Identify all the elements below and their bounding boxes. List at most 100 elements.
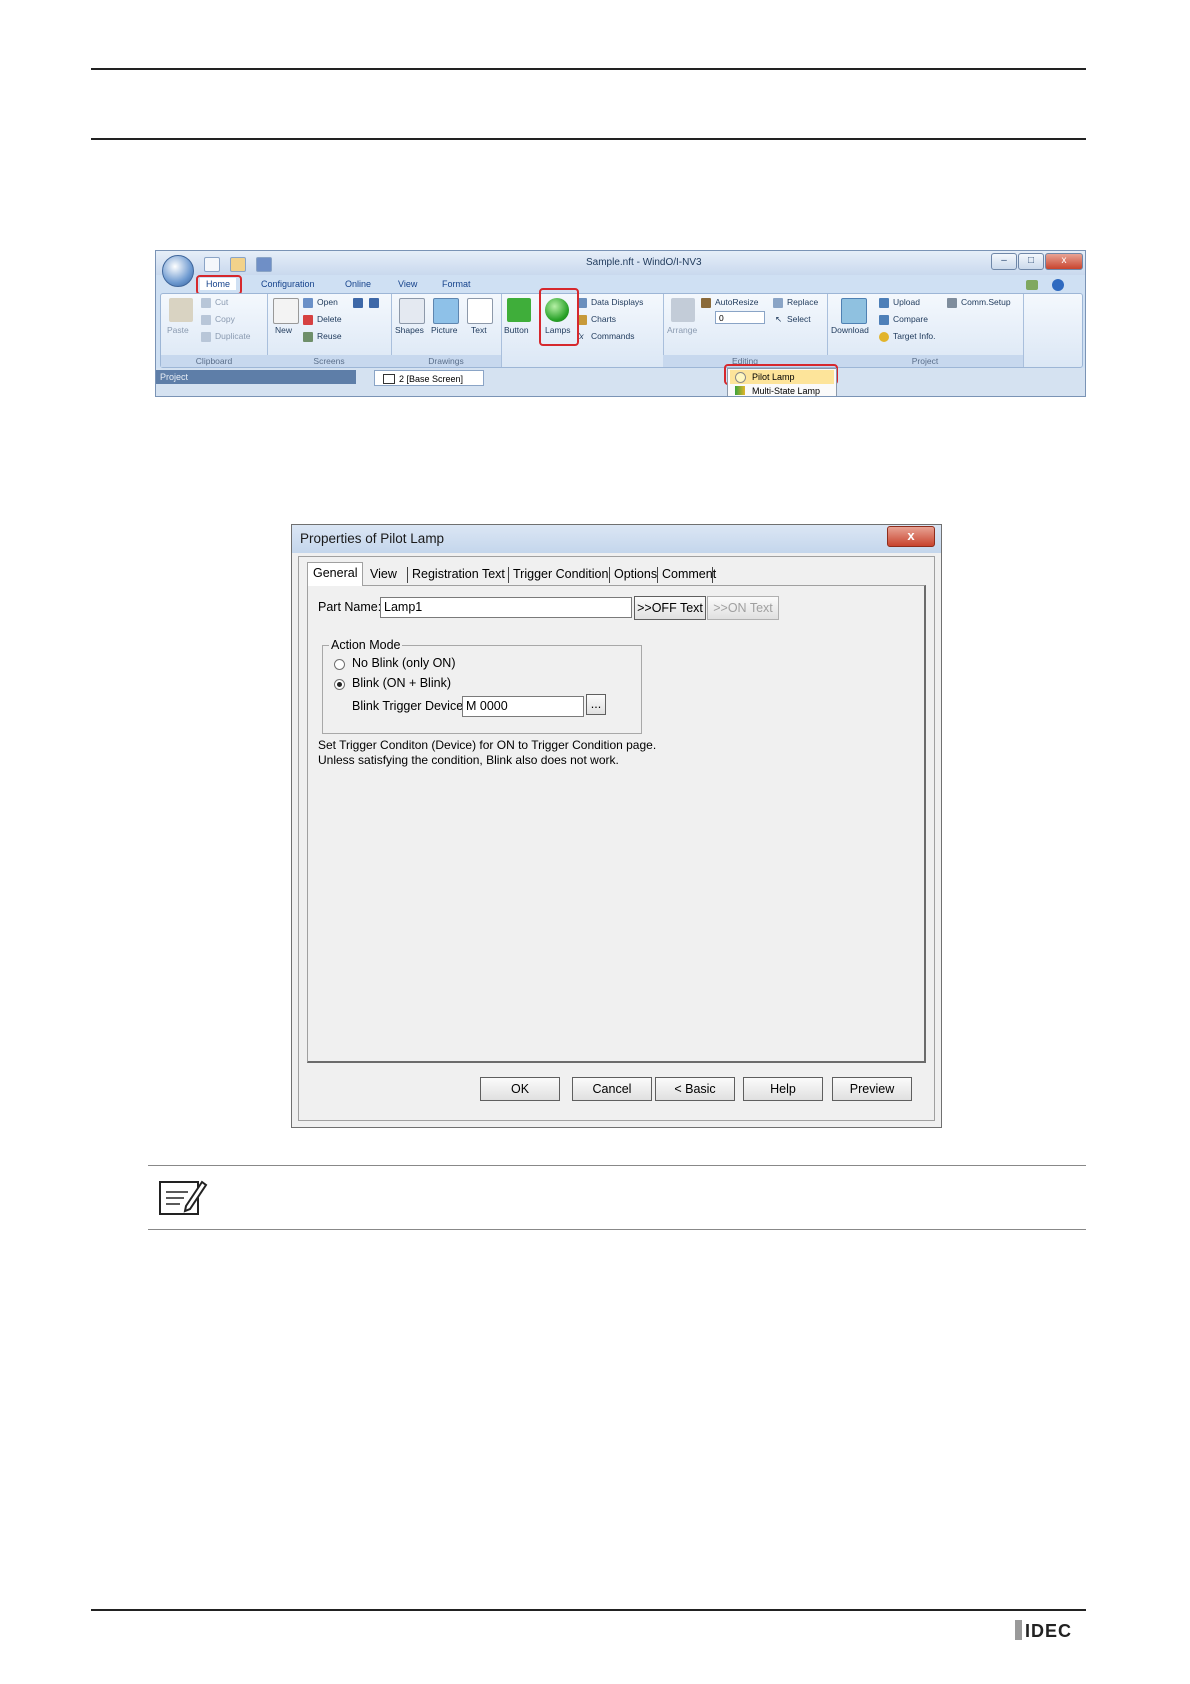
- help-icon[interactable]: [1052, 279, 1064, 291]
- commands-button[interactable]: Commands: [591, 331, 634, 341]
- copy-icon: [201, 315, 211, 325]
- paste-button[interactable]: Paste: [167, 325, 189, 335]
- reuse-screen-button[interactable]: Reuse: [317, 331, 342, 341]
- select-button[interactable]: Select: [787, 314, 811, 324]
- tab-format[interactable]: Format: [442, 279, 471, 289]
- new-file-icon[interactable]: [204, 257, 220, 272]
- new-screen-button[interactable]: New: [275, 325, 292, 335]
- application-orb-icon[interactable]: [162, 255, 194, 287]
- group-parts: Button Lamps Data Displays Charts fx Com…: [501, 294, 664, 367]
- arrange-button[interactable]: Arrange: [667, 325, 697, 335]
- delete-screen-icon: [303, 315, 313, 325]
- idec-logo-text: IDEC: [1025, 1621, 1073, 1641]
- tab-separator: [508, 567, 509, 583]
- picture-button[interactable]: Picture: [431, 325, 457, 335]
- basic-button[interactable]: < Basic: [655, 1077, 735, 1101]
- general-tab-page: Part Name: Lamp1 >>OFF Text >>ON Text Ac…: [307, 585, 926, 1063]
- picture-icon: [433, 298, 459, 324]
- lamps-dropdown-menu: Pilot Lamp Multi-State Lamp: [727, 368, 837, 396]
- blink-trigger-device-input[interactable]: M 0000: [462, 696, 584, 717]
- duplicate-button[interactable]: Duplicate: [215, 331, 250, 341]
- tab-separator: [712, 567, 713, 583]
- tab-separator: [609, 567, 610, 583]
- close-icon[interactable]: x: [1045, 253, 1083, 270]
- note-pencil-icon: [159, 1180, 208, 1215]
- open-folder-icon[interactable]: [230, 257, 246, 272]
- dialog-close-button[interactable]: x: [887, 526, 935, 547]
- project-pane-header: Project: [156, 370, 356, 384]
- new-screen-icon: [273, 298, 299, 324]
- minimize-icon[interactable]: –: [991, 253, 1017, 270]
- blink-label[interactable]: Blink (ON + Blink): [352, 676, 451, 690]
- style-icon[interactable]: [1026, 280, 1038, 290]
- browse-device-button[interactable]: ...: [586, 694, 606, 715]
- no-blink-radio[interactable]: [334, 659, 345, 670]
- blink-radio[interactable]: [334, 679, 345, 690]
- help-button[interactable]: Help: [743, 1077, 823, 1101]
- duplicate-icon: [201, 332, 211, 342]
- tab-options[interactable]: Options: [614, 564, 657, 584]
- off-text-button[interactable]: >>OFF Text: [634, 596, 706, 620]
- paste-icon: [169, 298, 193, 322]
- upload-icon: [879, 298, 889, 308]
- tab-general[interactable]: General: [307, 562, 364, 586]
- cancel-button[interactable]: Cancel: [572, 1077, 652, 1101]
- menu-item-pilot-lamp-label: Pilot Lamp: [752, 372, 795, 382]
- tab-view[interactable]: View: [398, 279, 417, 289]
- comm-setup-button[interactable]: Comm.Setup: [961, 297, 1011, 307]
- prev-screen-icon[interactable]: [353, 298, 363, 308]
- on-text-button[interactable]: >>ON Text: [707, 596, 779, 620]
- no-blink-label[interactable]: No Blink (only ON): [352, 656, 456, 670]
- save-icon[interactable]: [256, 257, 272, 272]
- tab-trigger-condition[interactable]: Trigger Condition: [513, 564, 608, 584]
- autoresize-icon: [701, 298, 711, 308]
- autoresize-button[interactable]: AutoResize: [715, 297, 758, 307]
- tab-registration-text[interactable]: Registration Text: [412, 564, 505, 584]
- action-mode-legend: Action Mode: [331, 638, 401, 652]
- ribbon-title: Sample.nft - WindO/I-NV3: [586, 257, 702, 268]
- open-screen-button[interactable]: Open: [317, 297, 338, 307]
- autoresize-spinner[interactable]: 0: [715, 311, 765, 324]
- ok-button[interactable]: OK: [480, 1077, 560, 1101]
- dialog-client: General View Registration Text Trigger C…: [298, 556, 935, 1121]
- menu-item-multi-state-lamp[interactable]: Multi-State Lamp: [730, 384, 834, 396]
- header-rule-bottom: [91, 138, 1086, 140]
- next-screen-icon[interactable]: [369, 298, 379, 308]
- charts-button[interactable]: Charts: [591, 314, 616, 324]
- download-icon: [841, 298, 867, 324]
- text-button[interactable]: Text: [471, 325, 487, 335]
- lamps-highlight: [539, 288, 579, 346]
- shapes-button[interactable]: Shapes: [395, 325, 424, 335]
- cut-button[interactable]: Cut: [215, 297, 228, 307]
- maximize-icon[interactable]: □: [1018, 253, 1044, 270]
- group-editing: Arrange AutoResize 0 Replace ↖ Select Ed…: [663, 294, 828, 367]
- compare-button[interactable]: Compare: [893, 314, 928, 324]
- tab-comment[interactable]: Comment: [662, 564, 716, 584]
- part-name-input[interactable]: Lamp1: [380, 597, 632, 618]
- idec-logo-mark: [1015, 1620, 1022, 1640]
- menu-item-multi-state-lamp-label: Multi-State Lamp: [752, 386, 821, 396]
- group-screens: New Open Delete Reuse Screens: [267, 294, 392, 367]
- replace-icon: [773, 298, 783, 308]
- data-displays-button[interactable]: Data Displays: [591, 297, 643, 307]
- preview-button[interactable]: Preview: [832, 1077, 912, 1101]
- delete-screen-button[interactable]: Delete: [317, 314, 342, 324]
- home-tab-highlight: [196, 275, 242, 295]
- base-screen-tab[interactable]: 2 [Base Screen]: [374, 370, 484, 386]
- comm-setup-icon: [947, 298, 957, 308]
- menu-item-pilot-lamp[interactable]: Pilot Lamp: [730, 370, 834, 384]
- tab-view[interactable]: View: [370, 564, 397, 584]
- button-part-button[interactable]: Button: [504, 325, 529, 335]
- target-info-button[interactable]: Target Info.: [893, 331, 936, 341]
- project-pane-title: Project: [160, 372, 189, 382]
- pilot-lamp-icon: [735, 372, 746, 383]
- replace-button[interactable]: Replace: [787, 297, 818, 307]
- multi-state-lamp-icon: [735, 386, 745, 395]
- screen-icon: [383, 374, 395, 384]
- download-button[interactable]: Download: [831, 325, 869, 335]
- upload-button[interactable]: Upload: [893, 297, 920, 307]
- tab-configuration[interactable]: Configuration: [261, 279, 315, 289]
- copy-button[interactable]: Copy: [215, 314, 235, 324]
- tab-online[interactable]: Online: [345, 279, 371, 289]
- text-icon: [467, 298, 493, 324]
